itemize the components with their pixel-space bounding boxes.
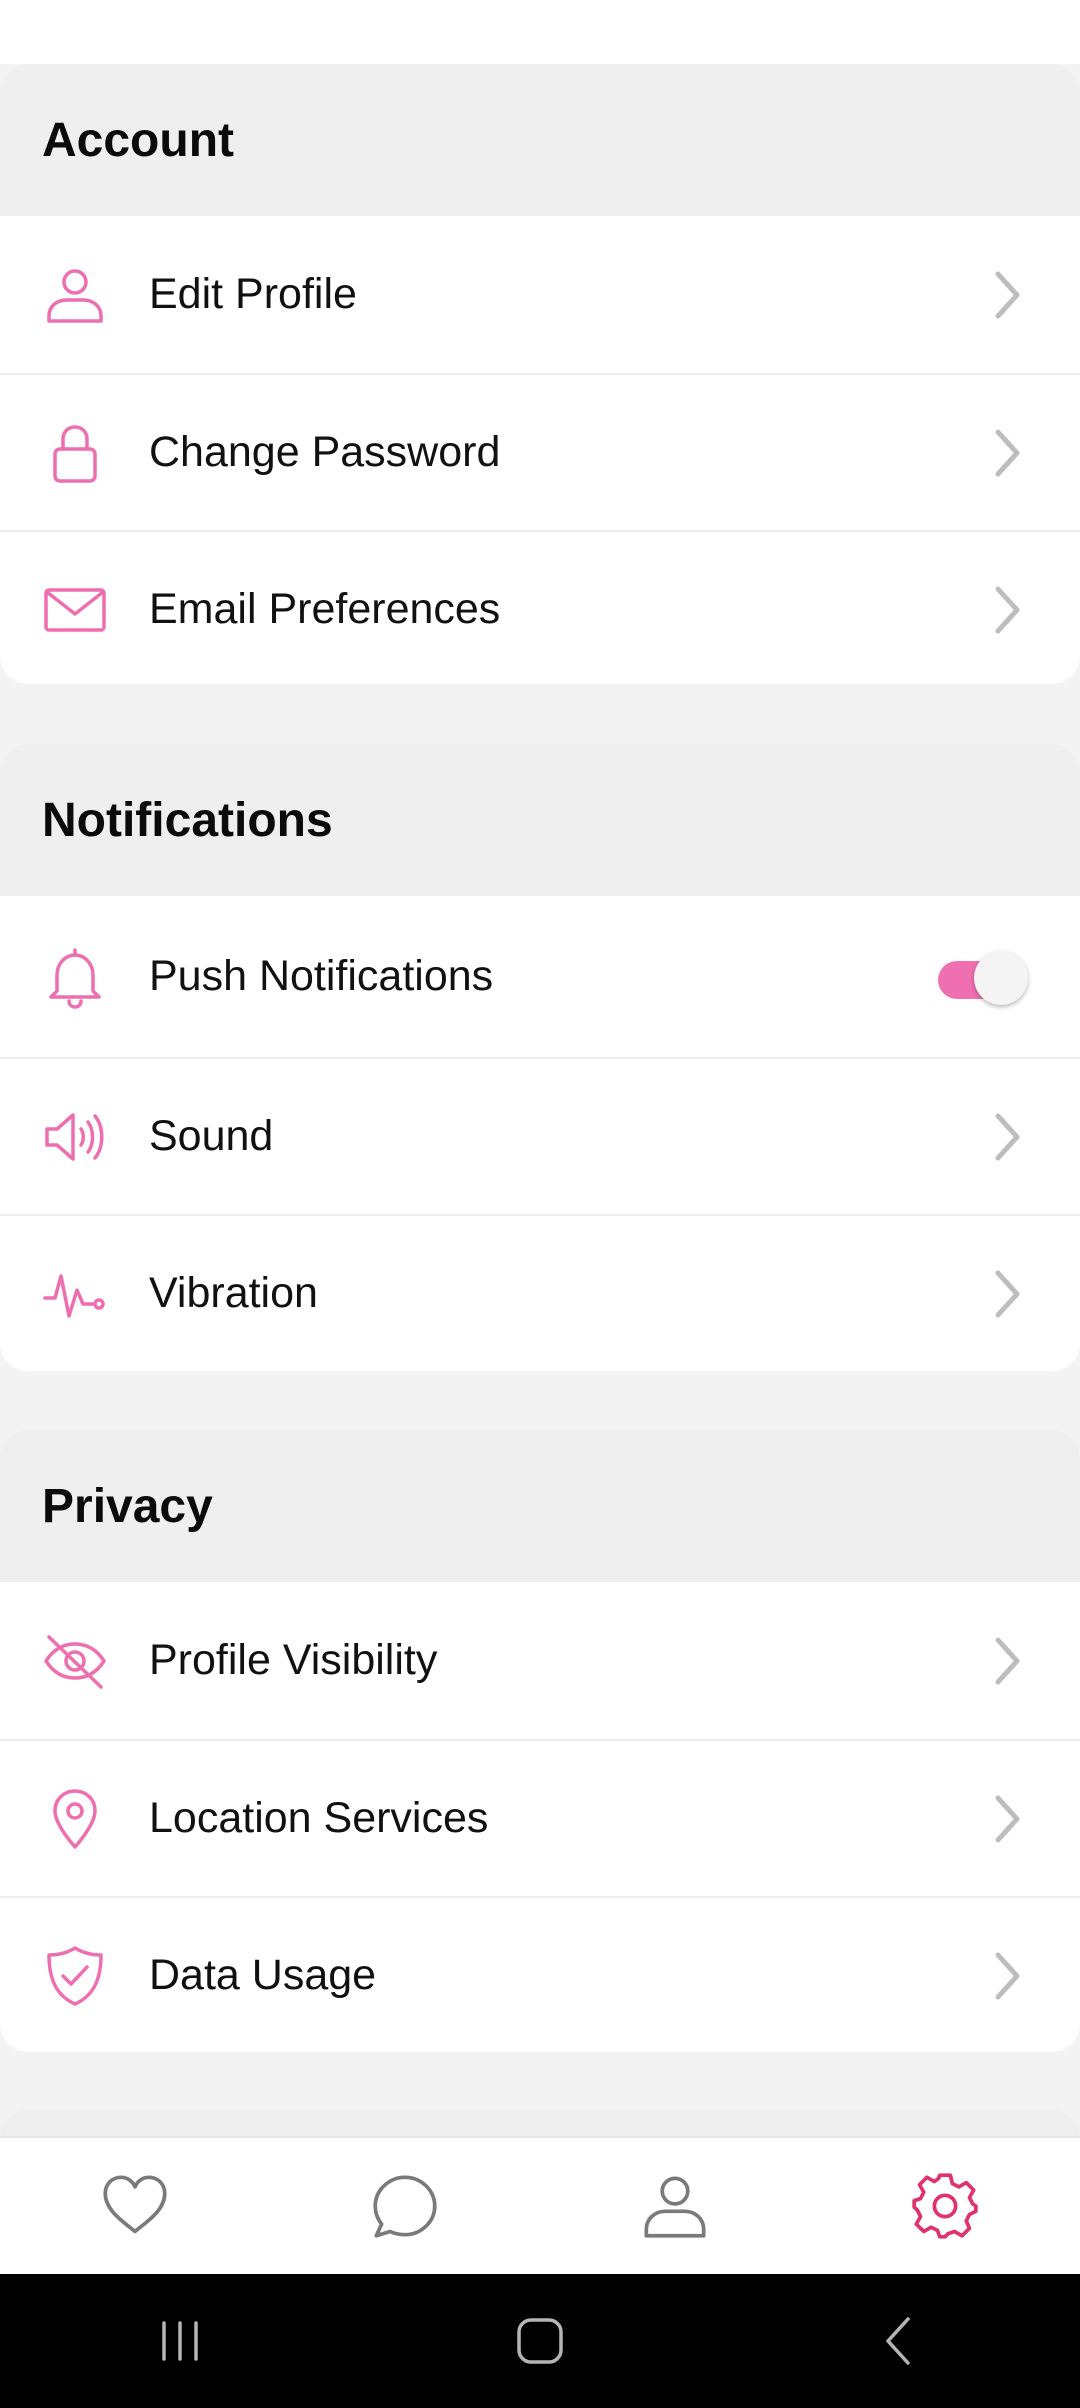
email-preferences-label: Email Preferences [149, 585, 501, 633]
edit-profile-label: Edit Profile [149, 270, 357, 318]
chevron-right-icon [990, 583, 1024, 637]
account-section: Account Edit Profile Change Password Ema… [0, 64, 1080, 684]
bottom-navigation [0, 2136, 1080, 2274]
privacy-section: Privacy Profile Visibility Location Serv… [0, 1430, 1080, 2052]
location-pin-icon [43, 1787, 107, 1851]
back-button[interactable] [720, 2274, 1080, 2408]
person-icon [43, 263, 107, 327]
data-usage-row[interactable]: Data Usage [0, 1896, 1080, 2052]
chevron-right-icon [990, 1949, 1024, 2003]
nav-favorites[interactable] [0, 2137, 270, 2275]
push-notifications-toggle[interactable] [934, 949, 1028, 1005]
speaker-icon [43, 1105, 107, 1169]
profile-icon [644, 2176, 706, 2238]
section-header: Account [0, 64, 1080, 216]
chevron-right-icon [990, 268, 1024, 322]
nav-settings[interactable] [810, 2137, 1080, 2275]
vibration-row[interactable]: Vibration [0, 1214, 1080, 1371]
vibration-label: Vibration [149, 1269, 318, 1317]
email-preferences-row[interactable]: Email Preferences [0, 530, 1080, 684]
top-bar [0, 0, 1080, 64]
chevron-right-icon [990, 1792, 1024, 1846]
chevron-right-icon [990, 1110, 1024, 1164]
location-services-label: Location Services [149, 1794, 489, 1842]
recent-apps-icon [162, 2321, 198, 2361]
edit-profile-row[interactable]: Edit Profile [0, 216, 1080, 373]
nav-profile[interactable] [540, 2137, 810, 2275]
chat-bubble-icon [373, 2175, 437, 2238]
profile-visibility-row[interactable]: Profile Visibility [0, 1582, 1080, 1739]
shield-check-icon [43, 1944, 107, 2008]
chevron-right-icon [990, 1267, 1024, 1321]
section-title-account: Account [42, 113, 234, 167]
bell-icon [43, 945, 107, 1009]
eye-off-icon [43, 1629, 107, 1693]
section-header: Notifications [0, 744, 1080, 896]
system-navigation-bar [0, 2274, 1080, 2408]
nav-messages[interactable] [270, 2137, 540, 2275]
heart-icon [103, 2175, 167, 2234]
recent-apps-button[interactable] [0, 2274, 360, 2408]
settings-gear-icon [912, 2173, 978, 2239]
push-notifications-row: Push Notifications [0, 896, 1080, 1057]
change-password-row[interactable]: Change Password [0, 373, 1080, 530]
sound-label: Sound [149, 1112, 274, 1160]
back-icon [886, 2317, 910, 2365]
location-services-row[interactable]: Location Services [0, 1739, 1080, 1896]
home-icon [517, 2318, 563, 2364]
change-password-label: Change Password [149, 428, 501, 476]
home-button[interactable] [360, 2274, 720, 2408]
section-header: Privacy [0, 1430, 1080, 1582]
profile-visibility-label: Profile Visibility [149, 1636, 438, 1684]
pulse-icon [43, 1262, 107, 1326]
lock-icon [43, 421, 107, 485]
chevron-right-icon [990, 1634, 1024, 1688]
data-usage-label: Data Usage [149, 1951, 377, 1999]
chevron-right-icon [990, 426, 1024, 480]
mail-icon [43, 578, 107, 642]
section-title-notifications: Notifications [42, 793, 333, 847]
toggle-knob [974, 950, 1028, 1005]
push-notifications-label: Push Notifications [149, 952, 494, 1000]
sound-row[interactable]: Sound [0, 1057, 1080, 1214]
notifications-section: Notifications Push Notifications Sound V… [0, 744, 1080, 1371]
section-title-privacy: Privacy [42, 1479, 213, 1533]
